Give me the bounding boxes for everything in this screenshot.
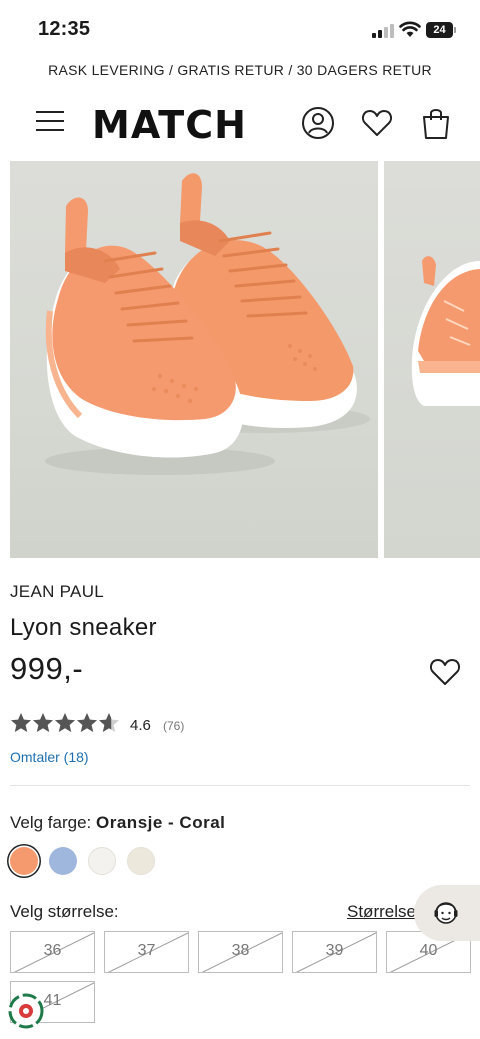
product-price: 999,- — [10, 651, 84, 686]
star-icon — [33, 713, 53, 732]
account-icon[interactable] — [301, 106, 335, 140]
size-guide-link[interactable]: Størrelse — [347, 902, 416, 922]
size-option-unavailable[interactable]: 39 — [292, 931, 377, 973]
star-icon — [77, 713, 97, 732]
rating-value: 4.6 — [130, 717, 151, 734]
battery-icon: 24 — [426, 22, 456, 38]
size-option-label: 40 — [419, 942, 438, 959]
reviews-link[interactable]: Omtaler (18) — [10, 749, 89, 765]
size-option-unavailable[interactable]: 38 — [198, 931, 283, 973]
color-swatch[interactable] — [127, 847, 155, 875]
size-option-unavailable[interactable]: 37 — [104, 931, 189, 973]
star-icon — [99, 713, 119, 732]
product-brand[interactable]: JEAN PAUL — [10, 582, 104, 602]
customer-chat-button[interactable] — [414, 885, 480, 941]
size-option-unavailable[interactable]: 36 — [10, 931, 95, 973]
cellular-signal-icon — [372, 24, 394, 38]
chat-agent-icon — [434, 902, 458, 924]
star-icon — [55, 713, 75, 732]
selected-color-name: Oransje - Coral — [96, 813, 226, 832]
product-image-gallery[interactable] — [0, 161, 480, 558]
size-option-label: 38 — [231, 942, 250, 959]
product-title: Lyon sneaker — [10, 614, 157, 641]
rating-count: (76) — [163, 719, 185, 733]
divider — [10, 785, 470, 786]
menu-button[interactable] — [36, 108, 64, 132]
site-header: MATCH — [0, 96, 480, 152]
sneaker-image — [45, 173, 370, 475]
add-to-wishlist-heart-icon[interactable] — [428, 656, 462, 688]
size-option-label: 39 — [325, 942, 344, 959]
cookie-consent-icon[interactable] — [8, 993, 44, 1029]
battery-level: 24 — [426, 22, 453, 38]
wifi-icon — [399, 21, 421, 37]
size-label: Velg størrelse: — [10, 902, 119, 921]
product-image[interactable] — [10, 161, 378, 558]
star-icon — [11, 713, 31, 732]
size-option-label: 36 — [43, 942, 62, 959]
size-option-label: 37 — [137, 942, 156, 959]
wishlist-icon[interactable] — [360, 106, 394, 140]
color-label-text: Velg farge: — [10, 813, 92, 832]
status-time: 12:35 — [38, 18, 91, 40]
product-image-next[interactable] — [384, 161, 480, 558]
cart-bag-icon[interactable] — [419, 106, 453, 140]
sneaker-side-image — [411, 256, 480, 406]
color-swatch[interactable] — [49, 847, 77, 875]
rating-stars[interactable] — [10, 712, 122, 738]
status-bar: 12:35 24 — [0, 0, 480, 58]
color-label: Velg farge: Oransje - Coral — [10, 813, 225, 833]
color-swatch[interactable] — [10, 847, 38, 875]
logo[interactable]: MATCH — [92, 103, 247, 147]
color-swatch[interactable] — [88, 847, 116, 875]
promo-banner: RASK LEVERING / GRATIS RETUR / 30 DAGERS… — [48, 62, 432, 78]
